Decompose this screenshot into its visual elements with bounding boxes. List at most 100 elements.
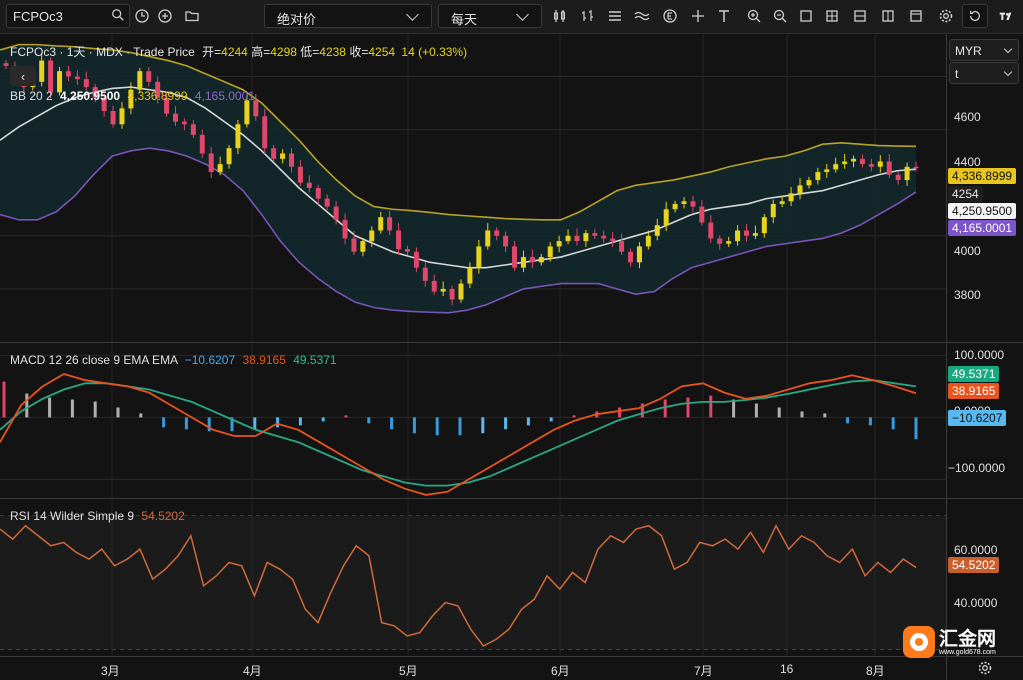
candle-body: [761, 217, 767, 234]
candle-body: [262, 116, 268, 149]
pane-divider[interactable]: [0, 498, 1023, 499]
bb-legend: BB 20 2 4,250.9500 4,336.8999 4,165.0001: [10, 89, 255, 103]
candle-body: [556, 241, 562, 247]
candle-body: [815, 172, 821, 181]
macd-histogram-bar: [526, 417, 530, 426]
candle-body: [628, 251, 634, 263]
watermark-icon-glyph: [915, 638, 923, 646]
candle-body: [173, 113, 179, 122]
candle-body: [610, 238, 616, 242]
candle-body: [39, 60, 45, 82]
candle-body: [74, 76, 80, 80]
collapse-legend-button[interactable]: ‹: [10, 66, 36, 86]
macd-histogram-bar: [663, 399, 667, 418]
macd-histogram-bar: [549, 417, 553, 422]
candle-body: [877, 161, 883, 167]
macd-histogram-bar: [732, 399, 736, 418]
macd-histogram-bar: [321, 417, 325, 422]
candle-body: [601, 235, 607, 239]
candle-body: [485, 230, 491, 247]
high-label: 高=: [251, 45, 271, 59]
legend-exchange: MDX: [96, 45, 123, 59]
candle-body: [547, 246, 553, 258]
candle-body: [387, 217, 393, 231]
candle-body: [824, 169, 830, 173]
macd-line-tag: 38.9165: [948, 383, 1000, 399]
candle-body: [404, 249, 410, 252]
low-value: 4238: [319, 45, 346, 59]
candle-body: [672, 203, 678, 210]
macd-histogram-bar: [344, 415, 348, 418]
candle-body: [752, 233, 758, 236]
candle-body: [699, 206, 705, 223]
candle-body: [280, 153, 286, 159]
candle-body: [65, 71, 71, 77]
price-tick-label: 4600: [954, 110, 981, 124]
candle-body: [842, 161, 848, 165]
close-value: 4254: [368, 45, 396, 59]
candle-body: [913, 166, 919, 169]
watermark-text: 汇金网: [939, 629, 997, 650]
candle-body: [833, 164, 839, 170]
open-label: 开=: [202, 45, 222, 59]
price-tick-label: 4000: [954, 244, 981, 258]
candle-body: [565, 235, 571, 242]
unit-select[interactable]: t: [949, 62, 1019, 84]
legend-symbol: FCPOc3: [10, 45, 57, 59]
bb-middle-tag: 4,250.9500: [948, 203, 1017, 219]
candle-body: [859, 158, 865, 165]
macd-line: [0, 373, 917, 496]
macd-histogram-bar: [25, 393, 29, 418]
macd-histogram-bar: [868, 417, 872, 426]
macd-hist-value: −10.6207: [184, 353, 236, 367]
candle-body: [369, 230, 375, 242]
watermark-logo: 汇金网 www.gold678.com: [903, 624, 1015, 662]
candle-body: [83, 79, 89, 88]
macd-histogram-bar: [846, 417, 850, 424]
bb-upper-value: 4,336.8999: [127, 89, 188, 103]
macd-histogram-bar: [481, 417, 485, 434]
legend-price-type: Trade Price: [133, 45, 195, 59]
macd-histogram-bar: [367, 417, 371, 424]
candle-body: [663, 209, 669, 226]
macd-histogram-bar: [800, 411, 804, 418]
macd-histogram-bar: [276, 417, 280, 428]
time-axis-label: 5月: [399, 664, 418, 678]
candle-body: [904, 166, 910, 181]
candle-body: [440, 288, 446, 292]
currency-select[interactable]: MYR: [949, 39, 1019, 61]
candle-body: [895, 174, 901, 181]
candle-body: [333, 206, 339, 220]
macd-histogram-bar: [70, 399, 74, 418]
candle-body: [190, 124, 196, 135]
bb-lower-tag: 4,165.0001: [948, 220, 1017, 236]
candle-body: [3, 63, 9, 66]
legend-separator: ·: [59, 45, 64, 59]
candle-body: [619, 241, 625, 252]
macd-histogram-bar: [139, 413, 143, 418]
low-label: 低=: [300, 45, 320, 59]
macd-histogram-bar: [93, 401, 97, 418]
macd-histogram-bar: [504, 417, 508, 430]
macd-signal-tag: 49.5371: [948, 366, 1000, 382]
macd-tick-label: −100.0000: [948, 461, 1006, 475]
candle-body: [306, 182, 312, 188]
candle-body: [199, 134, 205, 154]
time-axis-label: 16: [780, 662, 794, 676]
macd-signal-line: [0, 379, 917, 487]
candle-body: [886, 161, 892, 175]
candle-body: [217, 164, 223, 173]
candle-body: [574, 235, 580, 242]
candle-body: [592, 233, 598, 236]
macd-series: [0, 373, 918, 496]
rsi-legend: RSI 14 Wilder Simple 9 54.5202: [10, 509, 185, 523]
candle-body: [378, 217, 384, 231]
candle-body: [271, 148, 277, 159]
pane-divider[interactable]: [0, 342, 1023, 343]
candle-body: [351, 238, 357, 252]
candle-body: [431, 280, 437, 292]
candle-body: [458, 283, 464, 300]
macd-histogram-bar: [823, 413, 827, 418]
candle-body: [297, 166, 303, 183]
time-axis-label: 8月: [866, 664, 885, 678]
